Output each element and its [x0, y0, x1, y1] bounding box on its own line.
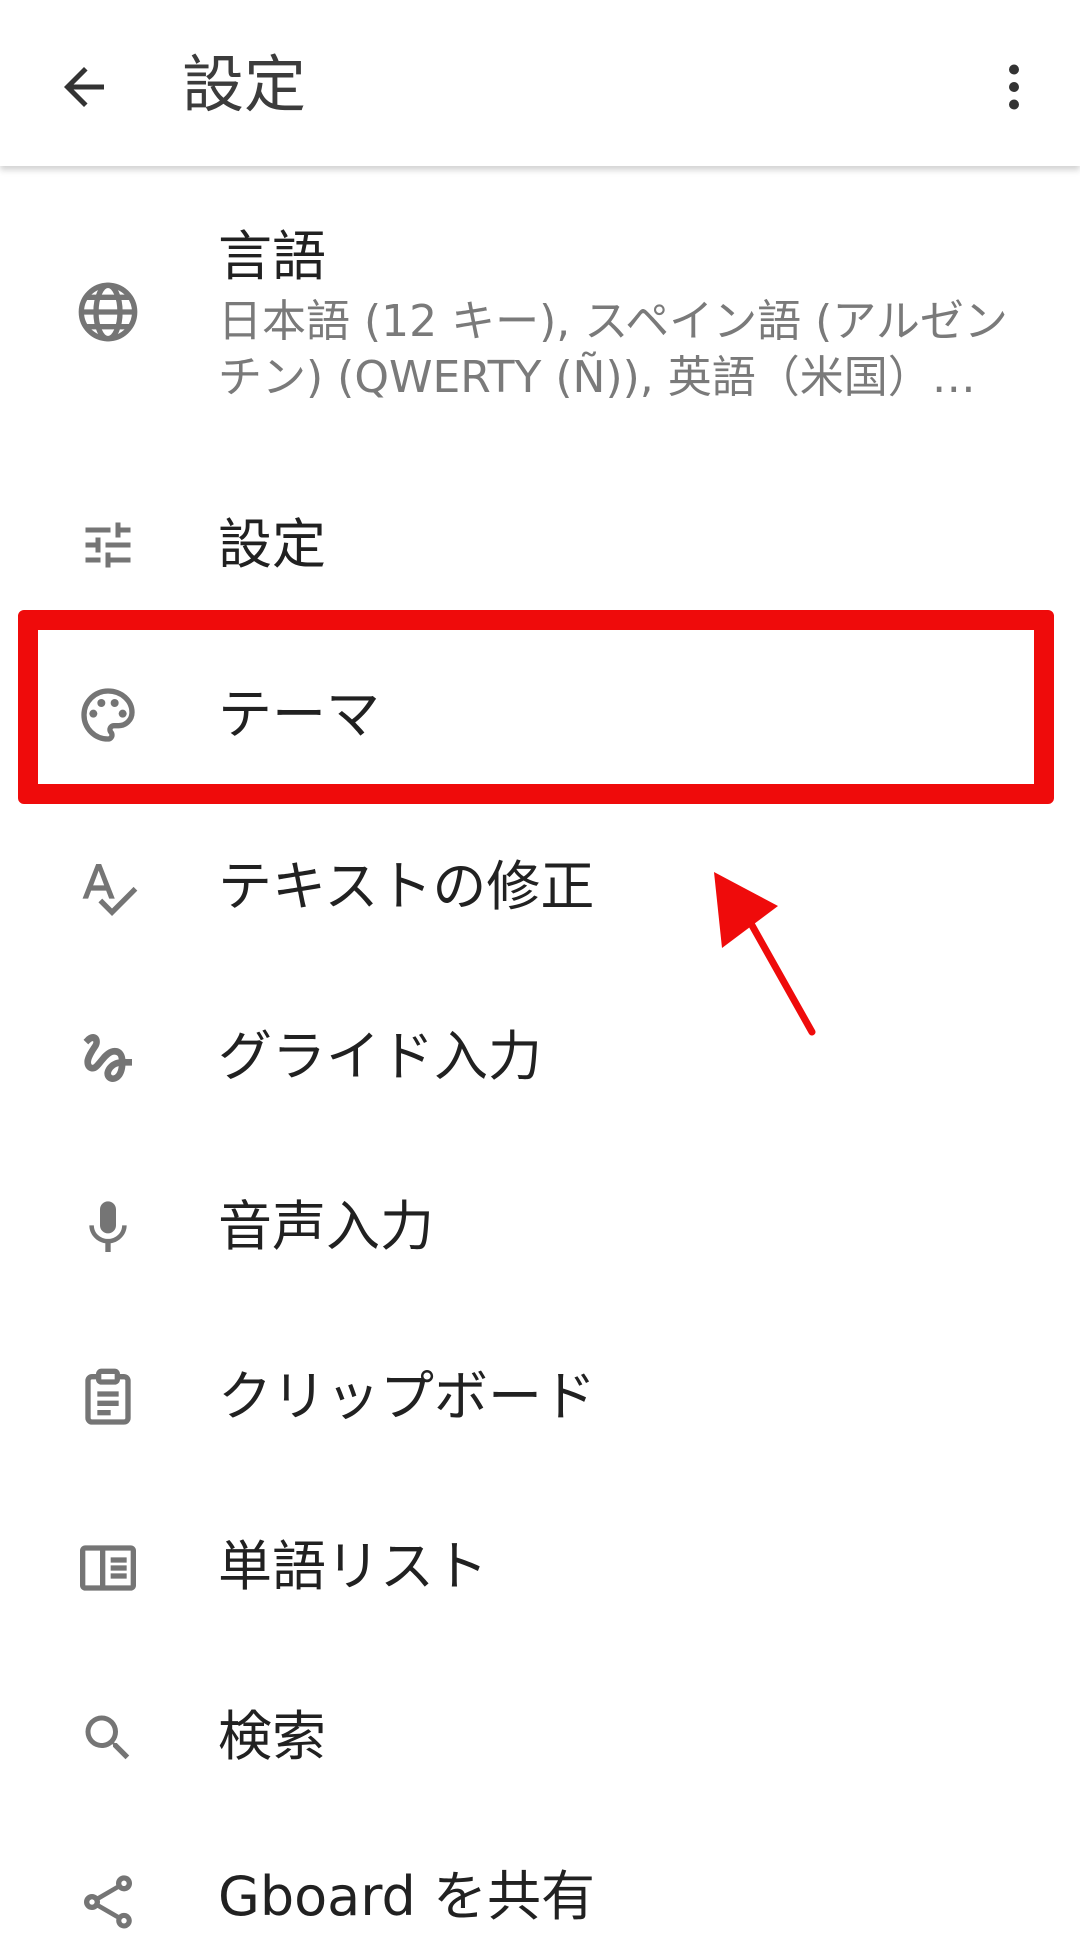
settings-item-share[interactable]: Gboard を共有 [0, 1830, 1080, 1944]
settings-item-summary: 日本語 (12 キー), スペイン語 (アルゼンチン) (QWERTY (Ñ))… [218, 296, 1008, 403]
dictionary-icon [70, 1530, 146, 1606]
settings-item-label: 設定 [218, 513, 326, 576]
settings-item-label: テキストの修正 [218, 855, 595, 918]
share-icon [70, 1864, 146, 1940]
spellcheck-icon [70, 850, 146, 926]
app-bar: 設定 [0, 0, 1080, 166]
mic-icon [70, 1190, 146, 1266]
settings-item-label: 音声入力 [218, 1195, 434, 1258]
settings-item-label: テーマ [218, 683, 380, 746]
clipboard-icon [70, 1360, 146, 1436]
settings-screen: 設定 言語 日本語 (12 キー), スペイン語 (アルゼンチン) (QWERT… [0, 0, 1080, 1944]
gesture-icon [70, 1020, 146, 1096]
settings-item-label: クリップボード [218, 1365, 596, 1428]
arrow-back-icon[interactable] [40, 43, 128, 131]
settings-item-preferences[interactable]: 設定 [0, 470, 1080, 620]
palette-icon [70, 677, 146, 753]
settings-item-clipboard[interactable]: クリップボード [0, 1320, 1080, 1480]
tune-icon [70, 507, 146, 583]
search-icon [70, 1700, 146, 1776]
settings-item-label: 単語リスト [218, 1535, 488, 1598]
settings-item-languages[interactable]: 言語 日本語 (12 キー), スペイン語 (アルゼンチン) (QWERTY (… [0, 196, 1080, 446]
settings-item-search[interactable]: 検索 [0, 1660, 1080, 1820]
settings-item-label: 検索 [218, 1705, 326, 1768]
settings-item-voice-input[interactable]: 音声入力 [0, 1150, 1080, 1310]
settings-item-theme[interactable]: テーマ [0, 630, 1080, 800]
settings-item-glide-typing[interactable]: グライド入力 [0, 980, 1080, 1140]
settings-item-label: Gboard を共有 [218, 1865, 595, 1928]
more-vert-icon[interactable] [970, 43, 1058, 131]
settings-item-text-correction[interactable]: テキストの修正 [0, 810, 1080, 970]
settings-item-dictionary[interactable]: 単語リスト [0, 1490, 1080, 1650]
settings-item-label: 言語 [218, 225, 326, 288]
settings-item-label: グライド入力 [218, 1025, 542, 1088]
globe-icon [70, 274, 146, 350]
annotation-arrow-icon [700, 860, 830, 1060]
page-title: 設定 [182, 48, 307, 121]
